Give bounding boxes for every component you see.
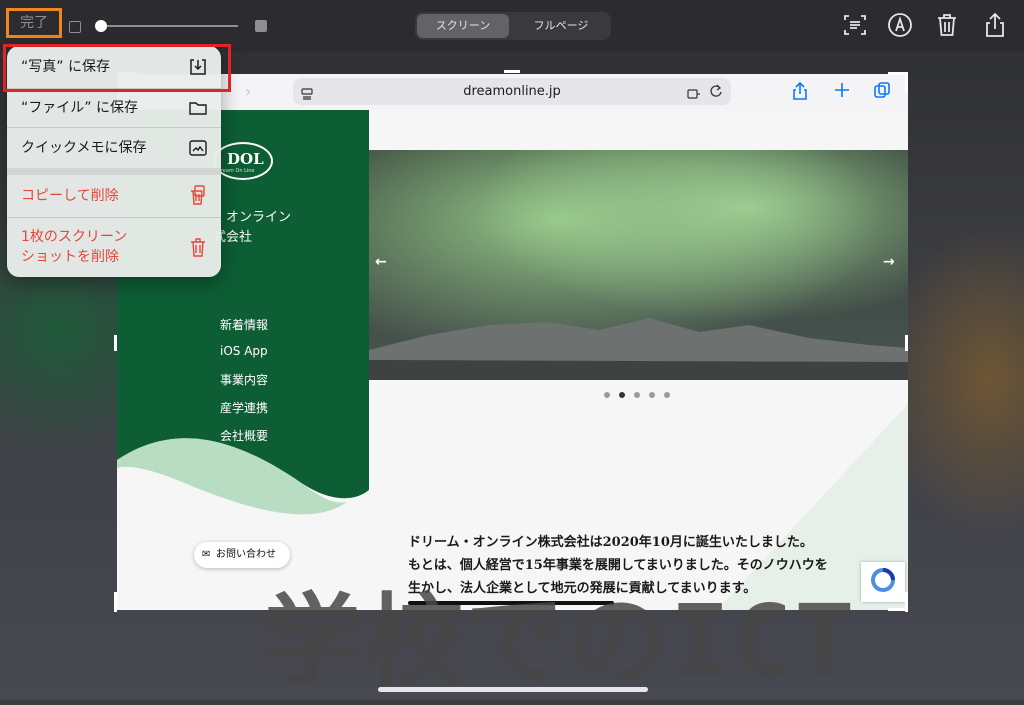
carousel-dot[interactable]	[649, 392, 655, 398]
browser-share-icon[interactable]	[791, 81, 809, 101]
nav-company[interactable]: 会社概要	[220, 427, 268, 444]
address-bar[interactable]: dreamonline.jp	[293, 78, 731, 105]
menu-item-save-to-files[interactable]: “ファイル” に保存	[7, 89, 221, 127]
text-scan-icon[interactable]	[840, 10, 870, 40]
tab-screen[interactable]: スクリーン	[417, 14, 509, 38]
back-chevron-icon[interactable]: ›	[245, 82, 251, 101]
tabs-overview-icon[interactable]	[873, 81, 891, 101]
intro-text-line: ドリーム・オンライン株式会社は2020年10月に誕生いたしました。	[408, 535, 813, 550]
share-icon[interactable]	[980, 10, 1010, 40]
menu-item-copy-and-delete[interactable]: コピーして削除	[7, 175, 221, 217]
nav-ios-app[interactable]: iOS App	[220, 344, 268, 358]
home-indicator[interactable]	[378, 687, 648, 692]
nav-industry-academia[interactable]: 産学連携	[220, 399, 268, 416]
crop-handle[interactable]	[114, 335, 117, 351]
carousel-dot[interactable]	[664, 392, 670, 398]
hero-carousel-image[interactable]: ← →	[369, 150, 908, 380]
carousel-next-arrow-icon[interactable]: →	[883, 254, 895, 270]
screenshot-canvas[interactable]: › dreamonline.jp DOL Dream On Line ・オンライ…	[117, 74, 908, 610]
url-text: dreamonline.jp	[463, 84, 561, 99]
menu-section-separator	[7, 168, 221, 175]
opacity-slider-knob[interactable]	[95, 20, 107, 32]
tab-full-page[interactable]: フルページ	[513, 14, 609, 38]
recaptcha-badge	[861, 562, 905, 602]
trash-icon[interactable]	[932, 10, 962, 40]
company-name-line1: ・オンライン	[213, 210, 292, 225]
trash-icon	[189, 237, 207, 257]
menu-item-save-to-quick-note[interactable]: クイックメモに保存	[7, 128, 221, 168]
crop-handle[interactable]	[905, 335, 908, 351]
site-logo[interactable]: DOL Dream On Line	[213, 142, 273, 180]
nav-news[interactable]: 新着情報	[220, 316, 268, 333]
nav-business[interactable]: 事業内容	[220, 371, 268, 388]
markup-pen-icon[interactable]	[885, 10, 915, 40]
carousel-prev-arrow-icon[interactable]: ←	[375, 254, 387, 270]
quick-note-icon	[189, 139, 207, 157]
carousel-dot[interactable]	[619, 392, 625, 398]
opacity-max-icon	[255, 20, 267, 32]
opacity-min-icon	[69, 21, 81, 33]
copy-trash-icon	[189, 185, 207, 205]
new-tab-icon[interactable]	[833, 80, 851, 100]
capture-mode-segmented-control: スクリーン フルページ	[415, 12, 611, 40]
crop-handle[interactable]	[905, 72, 908, 92]
carousel-dot[interactable]	[634, 392, 640, 398]
watermark-text: 学校でのICT	[262, 583, 857, 700]
highlight-annotation-box	[3, 44, 231, 92]
menu-item-delete-screenshot[interactable]: 1枚のスクリーン ショットを削除	[7, 218, 221, 277]
done-button[interactable]: 完了	[6, 8, 62, 38]
folder-icon	[189, 99, 207, 117]
reload-icon[interactable]	[709, 83, 723, 99]
crop-handle[interactable]	[504, 70, 520, 73]
crop-handle[interactable]	[905, 592, 908, 612]
reader-icon[interactable]	[687, 85, 701, 99]
mail-icon: ✉	[202, 549, 211, 560]
opacity-slider-track[interactable]	[100, 25, 238, 27]
crop-handle[interactable]	[114, 592, 117, 612]
carousel-dot[interactable]	[604, 392, 610, 398]
browser-toolbar: › dreamonline.jp	[117, 74, 908, 110]
